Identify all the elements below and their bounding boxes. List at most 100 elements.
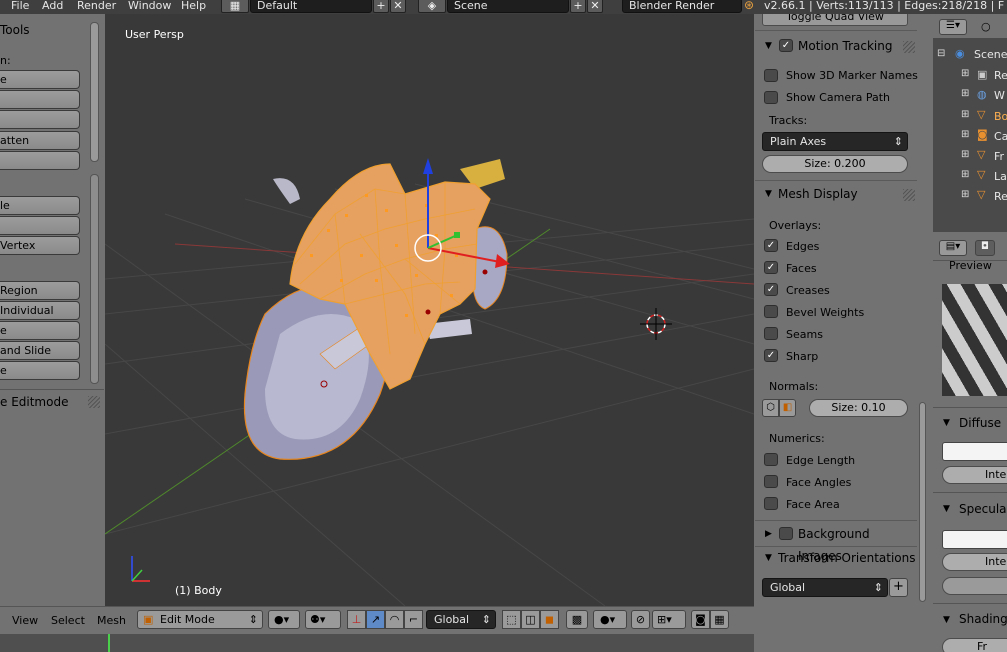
bevel-weights-checkbox[interactable]	[764, 305, 778, 318]
show-camera-path-checkbox[interactable]	[764, 91, 778, 104]
panel-drag-handle[interactable]	[903, 41, 915, 53]
expand-icon[interactable]: ⊞	[961, 129, 969, 140]
outliner-scene[interactable]: Scene	[974, 48, 1007, 61]
face-select-icon[interactable]: ◼	[540, 610, 559, 629]
menu-mesh[interactable]: Mesh	[97, 614, 126, 627]
tool-button[interactable]	[0, 151, 80, 170]
expand-icon[interactable]: ⊞	[961, 169, 969, 180]
edges-checkbox[interactable]: ✓	[764, 239, 778, 252]
tool-button-region[interactable]: Region	[0, 281, 80, 300]
transform-orientations-panel-header[interactable]: ▼ Transform Orientations	[755, 547, 917, 569]
snap-toggle-icon[interactable]: ⊘	[631, 610, 650, 629]
menu-help[interactable]: Help	[181, 0, 206, 12]
pivot-point-icon[interactable]: ⚉▾	[305, 610, 341, 629]
sharp-checkbox[interactable]: ✓	[764, 349, 778, 362]
specular-hardness-field[interactable]	[942, 577, 1007, 595]
background-images-panel-header[interactable]: ▶ Background Images	[755, 523, 917, 563]
tool-button[interactable]: le	[0, 196, 80, 215]
expand-icon[interactable]: ⊞	[961, 189, 969, 200]
tool-shelf-scrollbar-lower[interactable]	[90, 174, 99, 384]
expand-icon[interactable]: ⊞	[961, 68, 969, 79]
diffuse-color-field[interactable]	[942, 442, 1007, 461]
specular-color-field[interactable]	[942, 530, 1007, 549]
tool-button-vertex[interactable]: Vertex	[0, 236, 80, 255]
render-animation-icon[interactable]: ▦	[710, 610, 729, 629]
seams-checkbox[interactable]	[764, 327, 778, 340]
background-images-checkbox[interactable]	[779, 527, 793, 540]
add-orientation-icon[interactable]: +	[889, 578, 908, 597]
face-normals-toggle-icon[interactable]: ◧	[779, 399, 796, 417]
expand-icon[interactable]: ⊟	[937, 48, 945, 59]
face-angles-checkbox[interactable]	[764, 475, 778, 488]
face-area-checkbox[interactable]	[764, 497, 778, 510]
collapse-triangle-icon[interactable]: ▼	[943, 504, 950, 514]
add-layout-icon[interactable]: +	[373, 0, 389, 13]
menu-file[interactable]: File	[11, 0, 29, 12]
normals-size-field[interactable]: Size: 0.10	[809, 399, 908, 417]
edge-select-icon[interactable]: ◫	[521, 610, 540, 629]
add-scene-icon[interactable]: +	[570, 0, 586, 13]
collapse-triangle-icon[interactable]: ▼	[943, 418, 950, 428]
menu-window[interactable]: Window	[128, 0, 171, 12]
tracks-select[interactable]: Plain Axes ⇕	[762, 132, 908, 151]
panel-drag-handle[interactable]	[903, 189, 915, 201]
rotate-manipulator-icon[interactable]: ◠	[385, 610, 404, 629]
motorcycle-mesh[interactable]	[243, 159, 508, 460]
tool-button[interactable]	[0, 90, 80, 109]
menu-add[interactable]: Add	[42, 0, 63, 12]
remove-layout-icon[interactable]: ✕	[390, 0, 406, 13]
current-frame-marker[interactable]	[108, 634, 110, 652]
screen-layout-icon[interactable]: ▦	[221, 0, 249, 13]
render-engine-select[interactable]: Blender Render	[622, 0, 742, 13]
expand-icon[interactable]: ⊞	[961, 88, 969, 99]
show-marker-names-checkbox[interactable]	[764, 69, 778, 82]
proportional-edit-icon[interactable]: ●▾	[593, 610, 627, 629]
mode-select[interactable]: ▣ Edit Mode ⇕	[137, 610, 263, 629]
menu-render[interactable]: Render	[77, 0, 116, 12]
render-opengl-icon[interactable]: ◙	[691, 610, 710, 629]
motion-tracking-checkbox[interactable]: ✓	[779, 39, 793, 52]
toggle-quad-view-button[interactable]: Toggle Quad View	[762, 14, 908, 26]
edge-length-checkbox[interactable]	[764, 453, 778, 466]
outliner-item[interactable]: Re	[994, 190, 1007, 203]
outliner-item[interactable]: Fr	[994, 150, 1004, 163]
tool-shelf-scrollbar[interactable]	[90, 22, 99, 162]
manipulator-orientation-select[interactable]: Global ⇕	[426, 610, 496, 629]
render-tab-icon[interactable]: ◘	[975, 240, 995, 256]
outliner-item[interactable]: Re	[994, 69, 1007, 82]
tool-button[interactable]: e	[0, 361, 80, 380]
faces-checkbox[interactable]: ✓	[764, 261, 778, 274]
collapse-triangle-icon[interactable]: ▼	[943, 615, 950, 625]
motion-tracking-panel-header[interactable]: ▼ ✓ Motion Tracking	[755, 35, 917, 57]
tool-button-individual[interactable]: Individual	[0, 301, 80, 320]
scene-field[interactable]: Scene	[447, 0, 569, 13]
properties-editor-icon[interactable]: ▤▾	[939, 240, 967, 256]
outliner-item[interactable]: Ca	[994, 130, 1007, 143]
snap-element-icon[interactable]: ⊞▾	[652, 610, 686, 629]
outliner-item[interactable]: W	[994, 89, 1005, 102]
expand-icon[interactable]: ⊞	[961, 109, 969, 120]
manipulator-toggle-icon[interactable]: ⊥	[347, 610, 366, 629]
outliner-item[interactable]: Bo	[994, 110, 1007, 123]
vertex-select-icon[interactable]: ⬚	[502, 610, 521, 629]
timeline-strip[interactable]	[0, 634, 754, 652]
tool-button[interactable]: e	[0, 70, 80, 89]
expand-icon[interactable]: ⊞	[961, 149, 969, 160]
track-size-field[interactable]: Size: 0.200	[762, 155, 908, 173]
scene-icon[interactable]: ◈	[418, 0, 446, 13]
tool-button-slide[interactable]: and Slide	[0, 341, 80, 360]
viewport-canvas[interactable]	[105, 14, 754, 606]
remove-scene-icon[interactable]: ✕	[587, 0, 603, 13]
layout-field[interactable]: Default	[250, 0, 372, 13]
mesh-display-panel-header[interactable]: ▼ Mesh Display	[755, 183, 917, 205]
translate-manipulator-icon[interactable]: ↗	[366, 610, 385, 629]
outliner-editor-icon[interactable]: ☰▾	[939, 19, 967, 35]
collapse-triangle-icon[interactable]: ▼	[765, 183, 772, 205]
panel-drag-handle[interactable]	[88, 396, 100, 408]
shading-field[interactable]: Fr	[942, 638, 1007, 652]
tool-button[interactable]	[0, 110, 80, 129]
outliner-item[interactable]: La	[994, 170, 1007, 183]
properties-scrollbar[interactable]	[919, 402, 926, 602]
diffuse-intensity-field[interactable]: Inter	[942, 466, 1007, 484]
search-icon[interactable]: ○	[981, 20, 991, 33]
